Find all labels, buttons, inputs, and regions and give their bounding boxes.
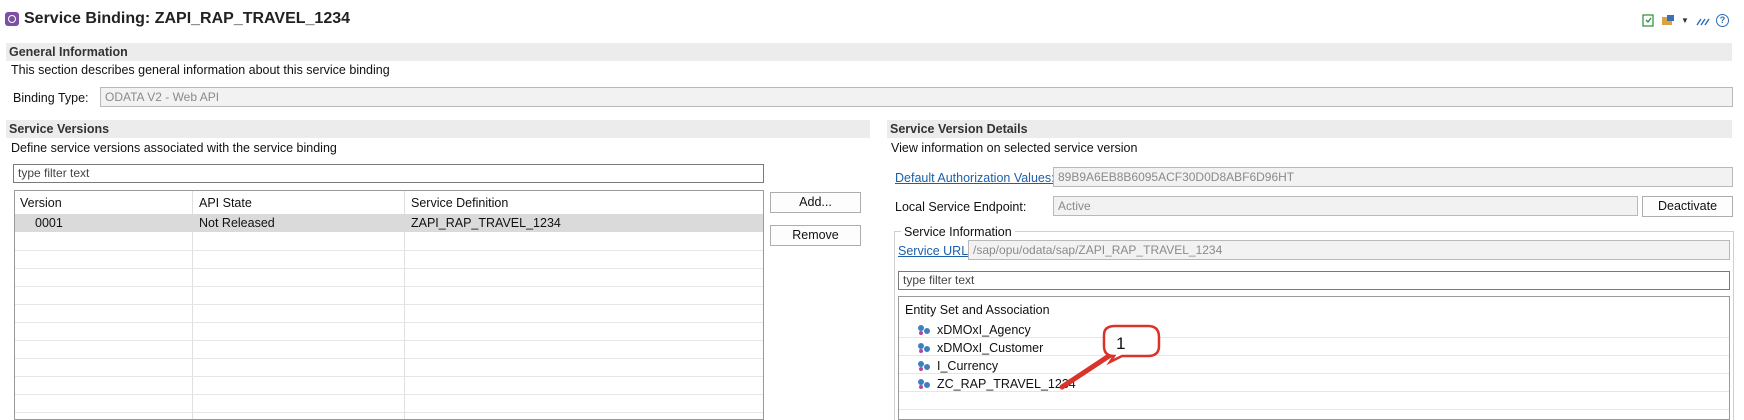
versions-table: Version API State Service Definition 000… <box>14 190 764 420</box>
page-title: Service Binding: ZAPI_RAP_TRAVEL_1234 <box>24 10 351 27</box>
tree-item-label: ZC_RAP_TRAVEL_1234 <box>937 377 1076 391</box>
entity-set-icon <box>918 325 930 335</box>
entity-tree: Entity Set and Association xDMOxI_Agency… <box>898 296 1730 420</box>
callout-number: 1 <box>1116 334 1126 353</box>
row-divider <box>15 394 763 395</box>
entity-tree-header: Entity Set and Association <box>905 303 1050 317</box>
row-divider <box>15 340 763 341</box>
column-header-service-definition[interactable]: Service Definition <box>411 196 508 210</box>
service-version-details-description: View information on selected service ver… <box>891 141 1138 155</box>
authorization-values-field: 89B9A6EB8B6095ACF30D0D8ABF6D96HT <box>1053 167 1733 187</box>
service-binding-icon <box>5 12 19 26</box>
remove-button[interactable]: Remove <box>770 225 861 246</box>
row-divider <box>15 322 763 323</box>
entity-set-icon <box>918 343 930 353</box>
deactivate-button[interactable]: Deactivate <box>1642 196 1733 217</box>
service-information-legend: Service Information <box>901 225 1015 239</box>
edit-icon[interactable] <box>1696 14 1710 28</box>
help-icon[interactable]: ? <box>1716 14 1729 27</box>
general-info-heading: General Information <box>6 43 1732 61</box>
binding-type-label: Binding Type: <box>13 91 89 105</box>
tree-item-label: I_Currency <box>937 359 999 373</box>
tree-item-label: xDMOxI_Customer <box>937 341 1044 355</box>
row-divider <box>15 412 763 413</box>
row-divider <box>15 304 763 305</box>
general-info-description: This section describes general informati… <box>11 63 390 77</box>
service-url-field: /sap/opu/odata/sap/ZAPI_RAP_TRAVEL_1234 <box>968 240 1730 260</box>
row-divider <box>15 250 763 251</box>
row-version: 0001 <box>35 216 63 230</box>
dropdown-icon[interactable]: ▼ <box>1678 14 1692 28</box>
add-button[interactable]: Add... <box>770 192 861 213</box>
binding-type-field: ODATA V2 - Web API <box>100 87 1733 107</box>
service-version-details-heading: Service Version Details <box>887 120 1732 138</box>
row-api-state: Not Released <box>199 216 275 230</box>
table-row[interactable]: 0001 Not Released ZAPI_RAP_TRAVEL_1234 <box>15 214 763 232</box>
service-versions-heading: Service Versions <box>6 120 870 138</box>
local-service-endpoint-field: Active <box>1053 196 1638 216</box>
local-service-endpoint-label: Local Service Endpoint: <box>895 200 1027 214</box>
tree-item-label: xDMOxI_Agency <box>937 323 1031 337</box>
entity-set-icon <box>918 379 930 389</box>
settings-icon[interactable] <box>1661 14 1675 28</box>
row-divider <box>15 376 763 377</box>
row-divider <box>15 268 763 269</box>
entity-set-icon <box>918 361 930 371</box>
row-divider <box>15 358 763 359</box>
callout-annotation <box>1059 324 1161 390</box>
column-header-version[interactable]: Version <box>20 196 62 210</box>
versions-filter-input[interactable]: type filter text <box>13 164 764 183</box>
default-authorization-link[interactable]: Default Authorization Values: <box>895 171 1055 185</box>
row-divider <box>15 286 763 287</box>
service-versions-description: Define service versions associated with … <box>11 141 337 155</box>
export-icon[interactable] <box>1641 14 1655 28</box>
service-url-link[interactable]: Service URL: <box>898 244 972 258</box>
entity-filter-input[interactable]: type filter text <box>898 271 1730 290</box>
row-divider <box>899 409 1729 410</box>
column-header-api-state[interactable]: API State <box>199 196 252 210</box>
row-service-definition: ZAPI_RAP_TRAVEL_1234 <box>411 216 561 230</box>
